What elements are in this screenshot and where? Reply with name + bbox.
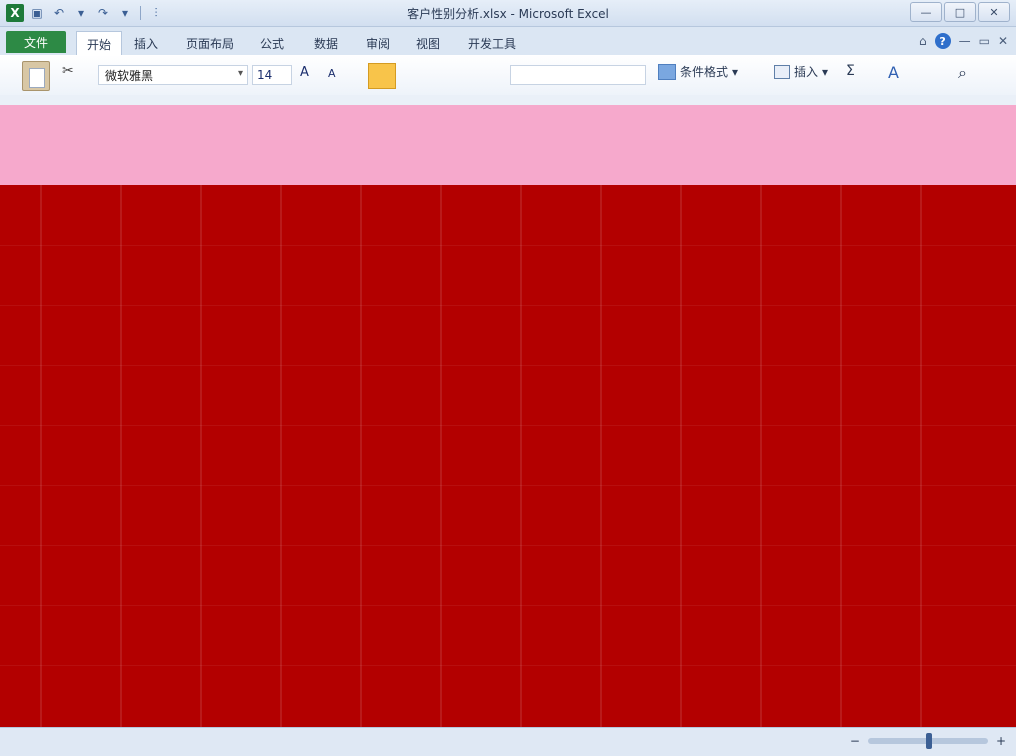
insert-cells-label: 插入 [794,65,819,79]
insert-cells-icon [774,64,790,79]
minimize-button[interactable]: — [910,2,942,22]
grid-row-line [0,365,1016,366]
number-format-select[interactable] [510,65,646,85]
tab-review[interactable]: 审阅 [366,33,390,53]
shrink-font-icon[interactable]: A [328,67,336,80]
minimize-ribbon-icon[interactable]: ⌂ [919,34,927,48]
font-size-value: 14 [257,68,273,82]
workbook-close-icon[interactable]: ✕ [998,34,1008,48]
grid-line [440,185,442,727]
zoom-slider-knob[interactable] [925,733,932,749]
grid-row-line [0,245,1016,246]
insert-cells-button[interactable]: 插入 ▾ [774,63,828,80]
grid-line [680,185,682,727]
grid-line [760,185,762,727]
conditional-format-button[interactable]: 条件格式 ▾ [658,63,738,80]
cut-icon[interactable]: ✂ [62,63,74,79]
sheet-header-band [0,105,1016,185]
zoom-out-icon[interactable]: − [850,734,860,748]
autosum-icon[interactable]: Σ [846,63,855,79]
zoom-slider[interactable] [867,733,988,749]
worksheet-area[interactable] [0,185,1016,727]
title-bar: X ▣ ↶ ▾ ↷ ▾ ⫶ 客户性别分析.xlsx - Microsoft Ex… [0,0,1016,27]
tab-home[interactable]: 开始 [76,31,123,56]
conditional-format-icon [658,63,676,80]
help-icon[interactable]: ? [934,33,951,49]
maximize-button[interactable]: □ [944,2,976,22]
grid-row-line [0,605,1016,606]
grid-line [920,185,922,727]
ribbon-tabs: 文件 开始 插入 页面布局 公式 数据 审阅 视图 开发工具 ⌂ ? — ▭ ✕ [0,27,1016,56]
tab-insert[interactable]: 插入 [134,33,158,53]
ribbon: ✂ 微软雅黑 ▾ 14 A A 条件格式 ▾ 插入 ▾ Σ A ⌕ [0,55,1016,96]
grid-row-line [0,485,1016,486]
grid-row-line [0,305,1016,306]
grid-row-line [0,425,1016,426]
grid-line [200,185,202,727]
ribbon-right-controls: ⌂ ? — ▭ ✕ [919,33,1008,49]
tab-file[interactable]: 文件 [6,31,66,53]
tab-page-layout[interactable]: 页面布局 [186,33,234,53]
grid-line [520,185,522,727]
wrap-text-icon[interactable] [368,63,396,89]
zoom-in-icon[interactable]: + [996,734,1006,748]
chevron-down-icon: ▾ [822,64,829,79]
close-button[interactable]: ✕ [978,2,1010,22]
grid-line [40,185,42,727]
formula-bar[interactable] [0,95,1016,105]
font-name-select[interactable]: 微软雅黑 ▾ [98,65,248,85]
tab-data[interactable]: 数据 [314,33,338,53]
grow-font-icon[interactable]: A [300,65,309,80]
font-size-select[interactable]: 14 [252,65,292,85]
chevron-down-icon[interactable]: ▾ [238,68,243,79]
sort-filter-icon[interactable]: A [888,63,899,82]
chevron-down-icon: ▾ [732,64,739,79]
find-select-icon[interactable]: ⌕ [958,63,967,83]
status-bar: − + [0,727,1016,756]
window-title: 客户性别分析.xlsx - Microsoft Excel [407,7,609,21]
tab-developer[interactable]: 开发工具 [468,33,516,53]
grid-line [360,185,362,727]
workbook-window-icon[interactable]: ▭ [979,34,990,48]
grid-line [120,185,122,727]
conditional-format-label: 条件格式 [680,65,729,79]
grid-row-line [0,545,1016,546]
window-controls: — □ ✕ [910,2,1010,22]
zoom-controls: − + [850,733,1006,749]
tab-formulas[interactable]: 公式 [260,33,284,53]
grid-line [280,185,282,727]
grid-line [600,185,602,727]
tab-view[interactable]: 视图 [416,33,440,53]
grid-line [840,185,842,727]
font-name-value: 微软雅黑 [105,68,154,83]
restore-icon[interactable]: — [959,34,971,48]
paste-icon[interactable] [22,61,50,91]
grid-row-line [0,665,1016,666]
